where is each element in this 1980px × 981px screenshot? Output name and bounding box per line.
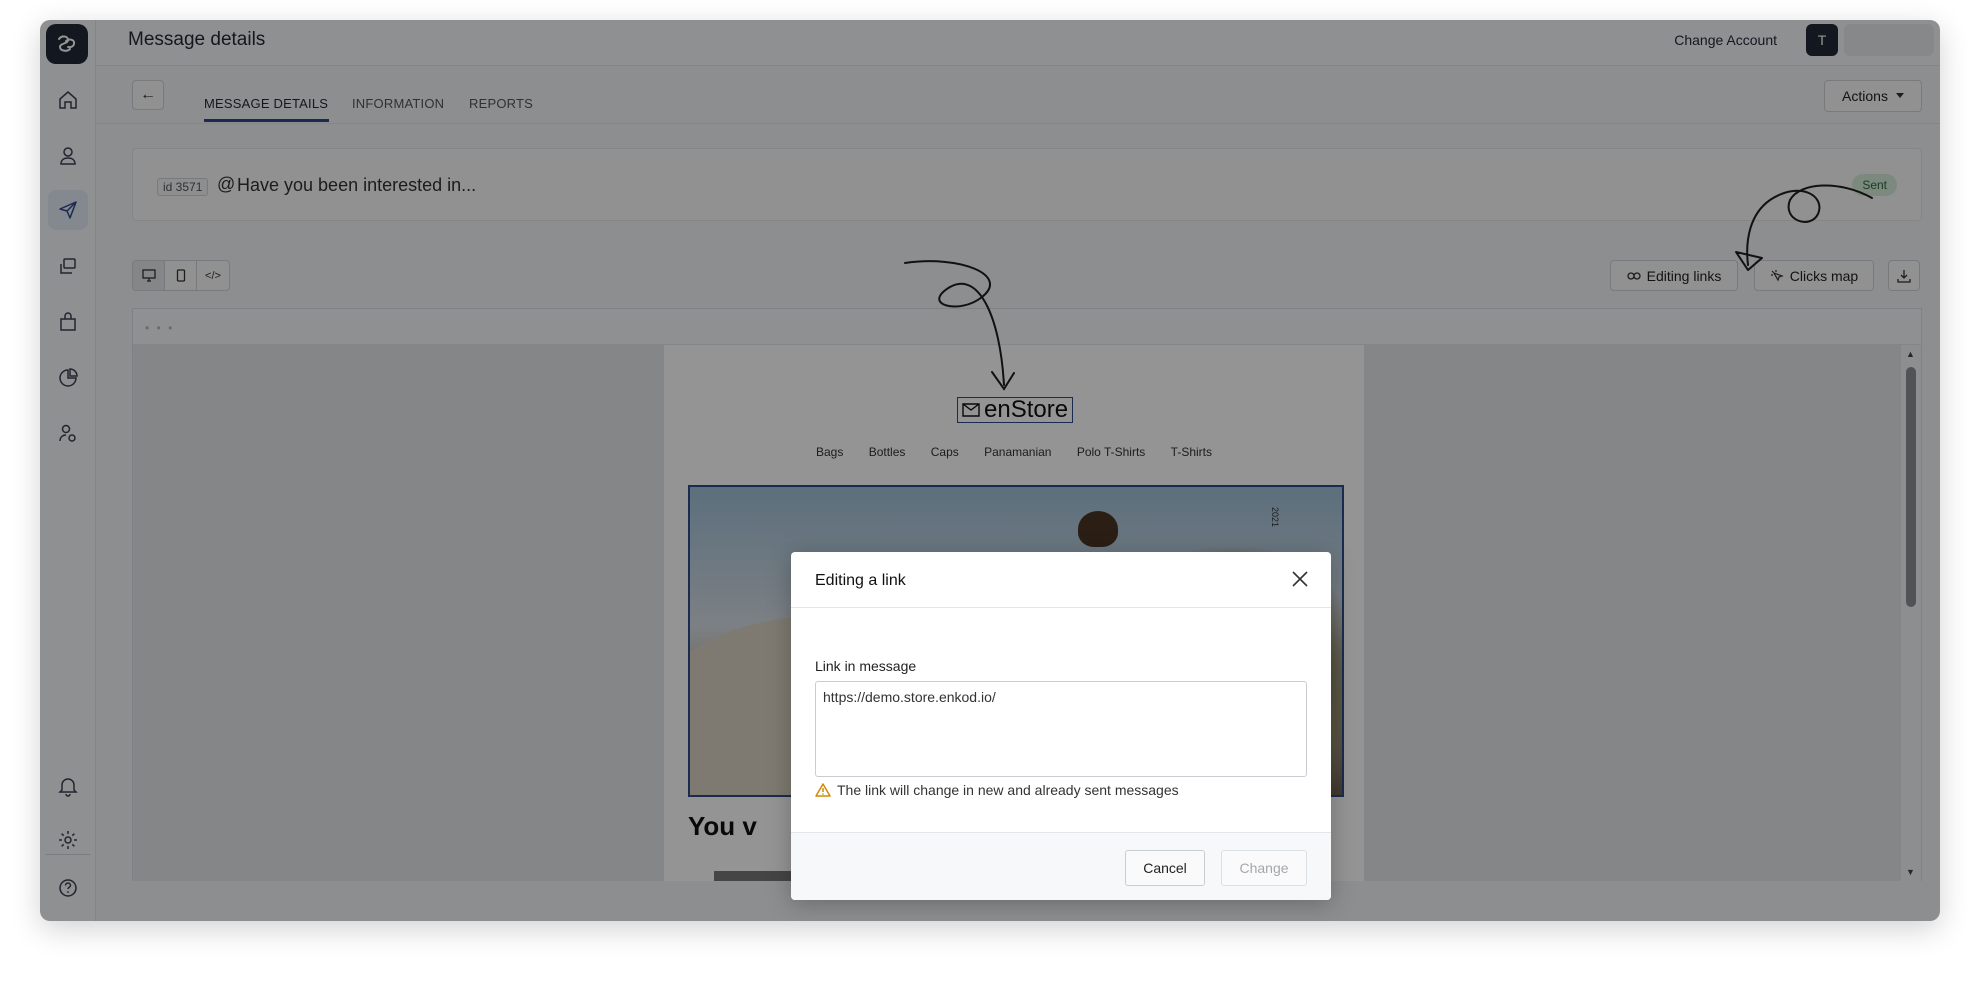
close-icon <box>1292 571 1308 587</box>
warning-message: The link will change in new and already … <box>815 782 1179 798</box>
link-input[interactable]: https://demo.store.enkod.io/ <box>815 681 1307 777</box>
app-window: Message details Change Account T ← MESSA… <box>40 20 1940 921</box>
close-button[interactable] <box>1289 568 1311 590</box>
annotation-arrow-icon <box>1735 184 1873 271</box>
dialog-title: Editing a link <box>815 572 906 589</box>
cancel-button[interactable]: Cancel <box>1125 850 1205 886</box>
warning-text: The link will change in new and already … <box>837 782 1179 798</box>
annotation-arrow-icon <box>904 260 1015 391</box>
edit-link-dialog: Editing a link Link in message https://d… <box>791 552 1331 900</box>
dialog-footer: Cancel Change <box>791 832 1331 900</box>
warning-icon <box>815 783 831 797</box>
link-field-label: Link in message <box>815 658 917 674</box>
dialog-header: Editing a link <box>791 552 1331 608</box>
change-button[interactable]: Change <box>1221 850 1307 886</box>
